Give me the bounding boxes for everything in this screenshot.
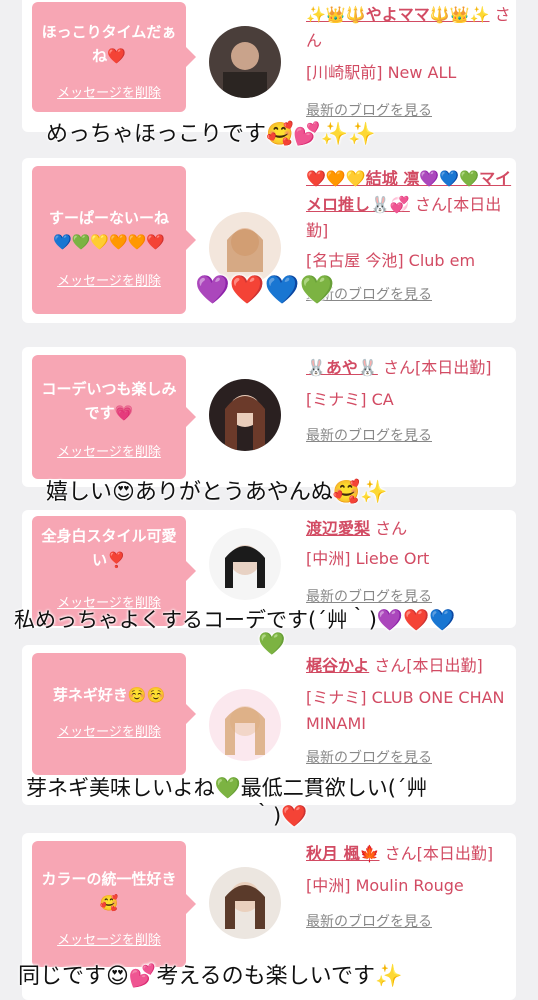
message-text: カラーの統一性好き🥰 [41,870,177,912]
overlay-caption-continued: ｀)❤️ [252,804,308,828]
overlay-caption: 芽ネギ美味しいよね💚最低二貫欲しい(´艸 [26,776,428,800]
message-text: すーぱーないーね💙💚💛🧡🧡❤️ [48,209,169,251]
cast-info: 秋月 楓🍁 さん[本日出勤] [中洲] Moulin Rouge 最新のブログを… [306,841,516,931]
message-bubble: すーぱーないーね💙💚💛🧡🧡❤️ メッセージを削除 [32,166,196,314]
cast-info: ❤️🧡💛結城 凛💜💙💚マイメロ推し🐰💞 さん[本日出勤] [名古屋 今池] Cl… [306,166,516,304]
shop-name: [名古屋 今池] Club em [306,251,476,270]
avatar[interactable] [209,528,281,600]
latest-blog-link[interactable]: 最新のブログを見る [306,747,516,767]
cast-info: 🐰あや🐰 さん[本日出勤] [ミナミ] CA 最新のブログを見る [306,355,516,445]
message-bubble: コーデいつも楽しみです💗 メッセージを削除 [32,355,196,479]
shop-name: [ミナミ] CA [306,390,394,409]
avatar[interactable] [209,689,281,761]
message-text: コーデいつも楽しみです💗 [41,380,177,422]
shop-name: [川崎駅前] New ALL [306,63,457,82]
delete-message-link[interactable]: メッセージを削除 [40,82,178,101]
cast-name-link[interactable]: ✨👑🔱やよママ🔱👑✨ [306,5,490,24]
delete-message-link[interactable]: メッセージを削除 [40,441,178,460]
delete-message-link[interactable]: メッセージを削除 [40,721,178,740]
cast-info: 渡辺愛梨 さん [中洲] Liebe Ort 最新のブログを見る [306,516,516,606]
avatar[interactable] [209,379,281,451]
cast-name-link[interactable]: 梶谷かよ [306,656,369,675]
avatar[interactable] [209,26,281,98]
overlay-caption: めっちゃほっこりです🥰💕✨✨ [46,122,376,147]
honorific: さん[本日出勤] [384,844,494,863]
cast-info: ✨👑🔱やよママ🔱👑✨ さん [川崎駅前] New ALL 最新のブログを見る [306,2,516,120]
overlay-caption: 嬉しい😍ありがとうあやんぬ🥰✨ [46,480,388,505]
message-bubble: 芽ネギ好き☺️☺️ メッセージを削除 [32,653,196,775]
shop-name: [ミナミ] CLUB ONE CHAN MINAMI [306,688,505,733]
message-text: ほっこりタイムだぁね❤️ [41,23,177,65]
latest-blog-link[interactable]: 最新のブログを見る [306,425,516,445]
message-text: 芽ネギ好き☺️☺️ [52,686,166,704]
overlay-hearts: 💜❤️💙💚 [195,273,335,306]
message-bubble: カラーの統一性好き🥰 メッセージを削除 [32,841,196,967]
latest-blog-link[interactable]: 最新のブログを見る [306,284,516,304]
cast-name-link[interactable]: 秋月 楓🍁 [306,844,380,863]
honorific: さん [375,519,408,538]
delete-message-link[interactable]: メッセージを削除 [40,929,178,948]
cast-name-link[interactable]: 🐰あや🐰 [306,358,378,377]
shop-name: [中洲] Moulin Rouge [306,876,464,895]
latest-blog-link[interactable]: 最新のブログを見る [306,586,516,606]
delete-message-link[interactable]: メッセージを削除 [40,270,178,289]
overlay-caption: 同じです😍💕考えるのも楽しいです✨ [18,964,403,989]
message-card: コーデいつも楽しみです💗 メッセージを削除 🐰あや🐰 さん[本日出勤] [ミナミ… [22,347,516,487]
latest-blog-link[interactable]: 最新のブログを見る [306,911,516,931]
shop-name: [中洲] Liebe Ort [306,549,430,568]
avatar[interactable] [209,867,281,939]
cast-info: 梶谷かよ さん[本日出勤] [ミナミ] CLUB ONE CHAN MINAMI… [306,653,516,767]
cast-name-link[interactable]: 渡辺愛梨 [306,519,370,538]
message-card: ほっこりタイムだぁね❤️ メッセージを削除 ✨👑🔱やよママ🔱👑✨ さん [川崎駅… [22,0,516,132]
overlay-caption: 私めっちゃよくするコーデです(´艸｀)💜❤️💙 [14,608,456,632]
honorific: さん[本日出勤] [382,358,492,377]
message-bubble: ほっこりタイムだぁね❤️ メッセージを削除 [32,2,196,112]
overlay-caption-continued: 💚 [258,632,286,657]
message-text: 全身白スタイル可愛い❣️ [41,527,177,569]
honorific: さん[本日出勤] [374,656,483,675]
